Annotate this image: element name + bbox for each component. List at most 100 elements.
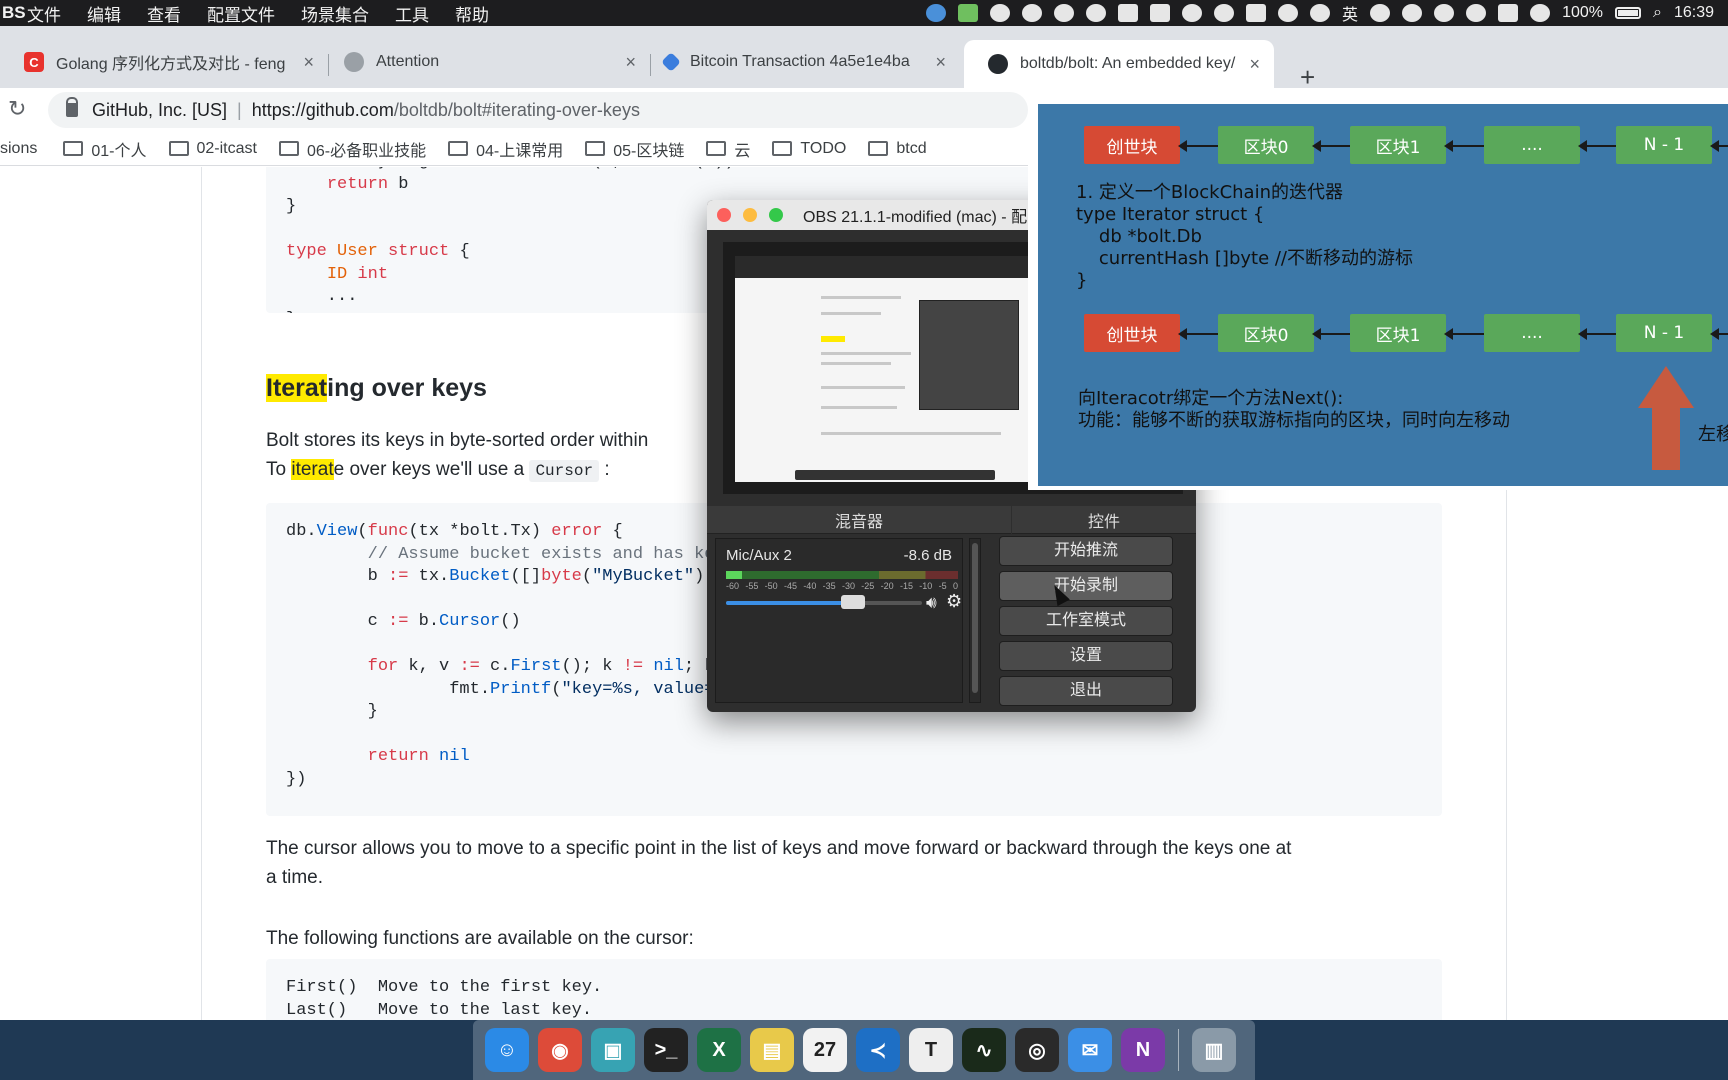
dock-terminal-icon[interactable]: >_ (644, 1028, 688, 1072)
bookmark-folder-itcast[interactable]: 02-itcast (168, 140, 257, 158)
close-icon[interactable]: × (303, 52, 314, 73)
menu-help[interactable]: 帮助 (442, 1, 502, 26)
dock-calendar-icon[interactable]: 27 (803, 1028, 847, 1072)
close-icon[interactable]: × (625, 52, 636, 73)
iterator-definition: 1. 定义一个BlockChain的迭代器 type Iterator stru… (1076, 182, 1413, 291)
volume-icon[interactable] (1530, 4, 1551, 22)
address-bar[interactable]: GitHub, Inc. [US] | https://github.com /… (48, 92, 1028, 128)
dock-excel-icon[interactable]: X (697, 1028, 741, 1072)
record-icon[interactable] (1182, 4, 1203, 22)
menu-bar: BS 文件 编辑 查看 配置文件 场景集合 工具 帮助 英 100% ⌕ 16:… (0, 0, 1728, 26)
left-arrow (1444, 328, 1484, 340)
dock-typora-icon[interactable]: T (909, 1028, 953, 1072)
close-icon[interactable]: × (935, 52, 946, 73)
close-icon[interactable]: × (1249, 54, 1260, 75)
menu-edit[interactable]: 编辑 (74, 1, 134, 26)
text-run: To (266, 459, 292, 480)
bookmark-label: btcd (896, 139, 927, 157)
grid-icon[interactable] (1150, 4, 1171, 22)
bookmark-folder-todo[interactable]: TODO (772, 140, 846, 158)
input-method[interactable]: 英 (1342, 1, 1358, 25)
cursor-paragraph-line-1: The cursor allows you to move to a speci… (266, 838, 1292, 859)
docker-icon[interactable] (1022, 4, 1043, 22)
reload-icon[interactable]: ↻ (8, 96, 26, 122)
dock-obs-icon[interactable]: ◎ (1015, 1028, 1059, 1072)
app-name[interactable]: BS (0, 3, 26, 23)
dock-finder-icon[interactable]: ☺ (485, 1028, 529, 1072)
menu-profile[interactable]: 配置文件 (194, 1, 288, 26)
search-icon[interactable]: ⌕ (1653, 4, 1662, 22)
dock-messages-icon[interactable]: ✉ (1068, 1028, 1112, 1072)
keyboard-icon[interactable] (1246, 4, 1267, 22)
menu-tools[interactable]: 工具 (382, 1, 442, 26)
slide-canvas: 创世块 区块0 区块1 .... N - 1 1. 定义一个BlockChain… (1038, 104, 1728, 486)
tab-boltdb[interactable]: boltdb/bolt: An embedded key/ × (964, 40, 1274, 88)
bookmark-folder-cloud[interactable]: 云 (706, 137, 750, 161)
tab-bitcoin-transaction[interactable]: Bitcoin Transaction 4a5e1e4ba × (640, 40, 960, 84)
cloud-icon[interactable] (926, 4, 947, 22)
bookmark-folder-skills[interactable]: 06-必备职业技能 (278, 137, 426, 161)
exit-button[interactable]: 退出 (999, 676, 1173, 706)
upload-icon[interactable] (958, 4, 979, 22)
close-window-button[interactable] (717, 208, 731, 222)
sync-icon[interactable] (1370, 4, 1391, 22)
bookmark-folder-class[interactable]: 04-上课常用 (448, 137, 563, 161)
studio-mode-button[interactable]: 工作室模式 (999, 606, 1173, 636)
dock-stickies-icon[interactable]: ▤ (750, 1028, 794, 1072)
functions-paragraph: The following functions are available on… (266, 928, 694, 949)
speaker-icon[interactable]: 🔊︎ (926, 593, 937, 613)
bookmark-extensions[interactable]: sions (0, 140, 37, 158)
gear-icon[interactable]: ⚙ (946, 591, 962, 612)
settings-button[interactable]: 设置 (999, 641, 1173, 671)
window-icon[interactable] (1118, 4, 1139, 22)
minimize-window-button[interactable] (743, 208, 757, 222)
bookmark-folder-personal[interactable]: 01-个人 (63, 137, 147, 161)
s-icon[interactable] (1498, 4, 1519, 22)
mixer-scrollbar[interactable] (969, 538, 981, 703)
bookmark-label: 04-上课常用 (476, 142, 564, 160)
block-1: 区块1 (1350, 314, 1446, 352)
shift-left-label: 左移 (1698, 424, 1728, 445)
compass-icon[interactable] (1054, 4, 1075, 22)
wifi-icon[interactable] (1434, 4, 1455, 22)
dock-chrome-icon[interactable]: ◉ (538, 1028, 582, 1072)
bluetooth-icon[interactable] (1402, 4, 1423, 22)
scrollbar-thumb[interactable] (972, 543, 978, 693)
tab-title: Attention (376, 53, 440, 70)
meter-tick: -5 (938, 581, 947, 591)
p-icon[interactable] (1214, 4, 1235, 22)
meter-ticks: -60 -55 -50 -45 -40 -35 -30 -25 -20 -15 … (726, 581, 958, 591)
folder-icon (448, 141, 469, 156)
clock[interactable]: 16:39 (1674, 4, 1714, 22)
code-icon[interactable] (1466, 4, 1487, 22)
aperture-icon[interactable] (990, 4, 1011, 22)
dock-vs-code-icon[interactable]: ≺ (856, 1028, 900, 1072)
menu-view[interactable]: 查看 (134, 1, 194, 26)
tab-title: Golang 序列化方式及对比 - feng (56, 56, 286, 73)
bookmark-folder-btcd[interactable]: btcd (868, 139, 927, 158)
tab-title: Bitcoin Transaction 4a5e1e4ba (690, 53, 910, 70)
send-icon[interactable] (1278, 4, 1299, 22)
x-icon[interactable] (1310, 4, 1331, 22)
menu-file[interactable]: 文件 (14, 1, 74, 26)
csdn-favicon-icon: C (24, 52, 44, 72)
menu-scene-collection[interactable]: 场景集合 (288, 1, 382, 26)
volume-slider[interactable] (726, 595, 922, 609)
zoom-window-button[interactable] (769, 208, 783, 222)
start-streaming-button[interactable]: 开始推流 (999, 536, 1173, 566)
battery-icon[interactable] (1614, 7, 1641, 19)
volume-meter (726, 571, 958, 579)
tab-attention[interactable]: Attention × (320, 40, 650, 84)
dock-preview-icon[interactable]: ▣ (591, 1028, 635, 1072)
dock-onenote-icon[interactable]: N (1121, 1028, 1165, 1072)
dock-activity-monitor-icon[interactable]: ∿ (962, 1028, 1006, 1072)
volume-slider-handle[interactable] (841, 595, 866, 609)
text-run: e over keys we'll use a (333, 459, 525, 480)
bookmark-folder-blockchain[interactable]: 05-区块链 (585, 137, 684, 161)
weather-cloud-icon[interactable] (1086, 4, 1107, 22)
block-1: 区块1 (1350, 126, 1446, 164)
dock-trash-icon[interactable]: ▥ (1192, 1028, 1236, 1072)
start-recording-button[interactable]: 开始录制 (999, 571, 1173, 601)
tab-golang-serialization[interactable]: C Golang 序列化方式及对比 - feng × (0, 40, 328, 84)
lock-icon[interactable] (66, 97, 78, 117)
